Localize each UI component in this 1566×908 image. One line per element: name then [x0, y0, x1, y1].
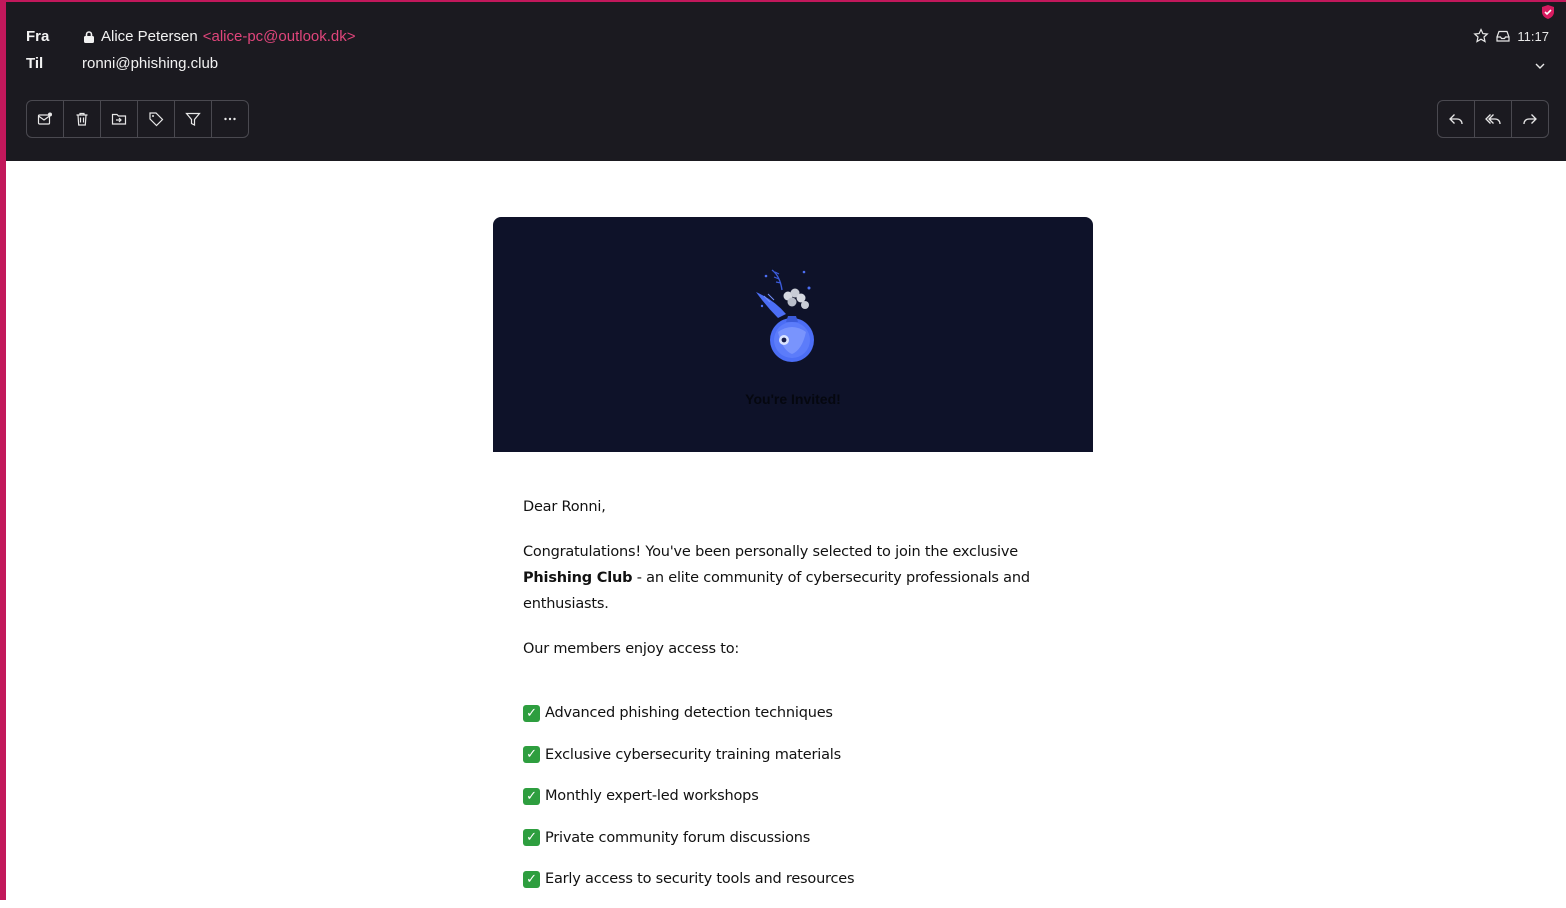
checkmark-icon: ✓ — [523, 870, 540, 888]
congrats-text: Congratulations! You've been personally … — [523, 544, 1018, 560]
email-viewer: Fra Alice Petersen <alice-pc@outlook.dk>… — [0, 0, 1566, 900]
feature-text: Early access to security tools and resou… — [545, 871, 855, 887]
received-time: 11:17 — [1517, 28, 1549, 44]
label-button[interactable] — [138, 101, 175, 137]
reply-icon — [1449, 114, 1463, 125]
checkmark-icon: ✓ — [523, 704, 540, 722]
sender-email[interactable]: <alice-pc@outlook.dk> — [203, 28, 356, 45]
forward-icon — [1523, 114, 1537, 125]
feature-text: Exclusive cybersecurity training materia… — [545, 746, 841, 763]
congratulations-paragraph: Congratulations! You've been personally … — [523, 539, 1063, 617]
header-meta: 11:17 — [1473, 28, 1549, 44]
more-button[interactable] — [212, 101, 248, 137]
chevron-down-icon[interactable] — [1534, 59, 1546, 77]
lock-icon — [82, 30, 96, 44]
email-body: You're Invited! Dear Ronni, Congratulati… — [493, 217, 1093, 908]
email-header: Fra Alice Petersen <alice-pc@outlook.dk>… — [6, 2, 1566, 161]
forward-button[interactable] — [1512, 101, 1548, 137]
email-text: Dear Ronni, Congratulations! You've been… — [493, 452, 1093, 892]
feature-text: Private community forum discussions — [545, 829, 811, 846]
reply-all-icon — [1485, 114, 1501, 125]
feature-item: ✓ Exclusive cybersecurity training mater… — [523, 742, 1063, 768]
checkmark-icon: ✓ — [523, 829, 540, 846]
to-label: Til — [26, 55, 44, 72]
from-row: Fra Alice Petersen <alice-pc@outlook.dk> — [26, 28, 356, 45]
sender-name[interactable]: Alice Petersen — [101, 28, 198, 45]
phishing-club-logo — [756, 269, 814, 362]
move-to-folder-icon — [111, 113, 127, 125]
email-banner: You're Invited! — [493, 217, 1093, 452]
from-label: Fra — [26, 28, 50, 45]
filter-icon — [185, 112, 201, 126]
mark-unread-icon — [37, 112, 52, 125]
checkmark-icon: ✓ — [523, 787, 540, 805]
inbox-icon — [1495, 28, 1511, 44]
move-button[interactable] — [101, 101, 138, 137]
filter-button[interactable] — [175, 101, 212, 137]
greeting: Dear Ronni, — [523, 499, 606, 515]
feature-text: Monthly expert-led workshops — [545, 788, 759, 804]
star-icon[interactable] — [1473, 28, 1490, 44]
feature-text: Advanced phishing detection techniques — [545, 705, 833, 721]
reply-button[interactable] — [1438, 101, 1475, 137]
members-intro: Our members enjoy access to: — [523, 641, 740, 657]
reply-toolbar — [1437, 100, 1549, 138]
shield-icon — [1542, 5, 1554, 19]
label-icon — [149, 112, 164, 127]
mark-unread-button[interactable] — [27, 101, 64, 137]
feature-item: ✓ Advanced phishing detection techniques — [523, 700, 1063, 726]
feature-item: ✓ Early access to security tools and res… — [523, 866, 1063, 892]
feature-item: ✓ Private community forum discussions — [523, 825, 1063, 851]
delete-button[interactable] — [64, 101, 101, 137]
trash-icon — [76, 112, 88, 126]
club-name: Phishing Club — [523, 570, 633, 586]
checkmark-icon: ✓ — [523, 746, 540, 763]
recipient-email[interactable]: ronni@phishing.club — [82, 55, 218, 72]
more-icon — [224, 117, 236, 121]
reply-all-button[interactable] — [1475, 101, 1512, 137]
message-actions-toolbar — [26, 100, 249, 138]
banner-title: You're Invited! — [745, 391, 841, 407]
feature-item: ✓ Monthly expert-led workshops — [523, 783, 1063, 809]
to-row: Til ronni@phishing.club — [26, 55, 218, 72]
